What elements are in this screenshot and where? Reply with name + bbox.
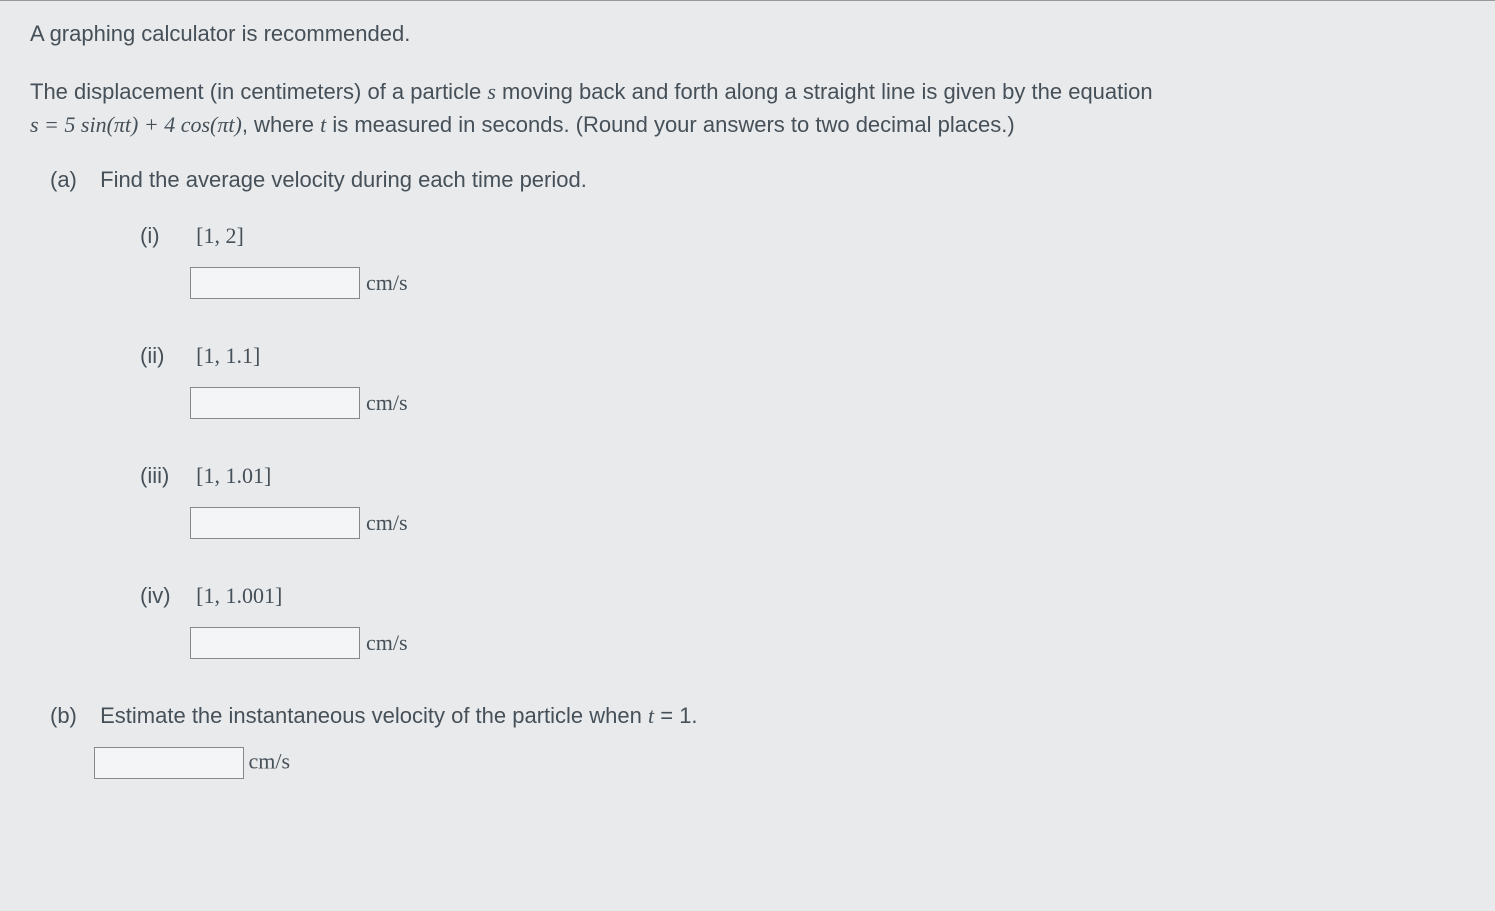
problem-text-after1: , where	[242, 112, 320, 137]
subpart-ii-unit: cm/s	[366, 390, 408, 416]
subpart-ii-interval: [1, 1.1]	[196, 343, 260, 368]
subpart-ii: (ii) [1, 1.1] cm/s	[30, 343, 1465, 419]
problem-text-after2: is measured in seconds. (Round your answ…	[326, 112, 1014, 137]
part-b-text-before: Estimate the instantaneous velocity of t…	[100, 703, 648, 728]
subpart-iv-interval: [1, 1.001]	[196, 583, 282, 608]
subpart-iv-unit: cm/s	[366, 630, 408, 656]
subpart-iii-roman: (iii)	[140, 463, 190, 489]
subpart-iii-unit: cm/s	[366, 510, 408, 536]
subpart-iv-answer-row: cm/s	[140, 627, 1465, 659]
subpart-iv-label: (iv) [1, 1.001]	[140, 583, 1465, 609]
displacement-equation: s = 5 sin(πt) + 4 cos(πt)	[30, 112, 242, 137]
subpart-i-unit: cm/s	[366, 270, 408, 296]
subpart-iv-roman: (iv)	[140, 583, 190, 609]
subpart-ii-roman: (ii)	[140, 343, 190, 369]
subpart-ii-answer-row: cm/s	[140, 387, 1465, 419]
subpart-ii-label: (ii) [1, 1.1]	[140, 343, 1465, 369]
part-a-label: (a) Find the average velocity during eac…	[30, 167, 1465, 193]
subpart-i: (i) [1, 2] cm/s	[30, 223, 1465, 299]
problem-page: A graphing calculator is recommended. Th…	[0, 0, 1495, 911]
subpart-iii-label: (iii) [1, 1.01]	[140, 463, 1465, 489]
subpart-i-roman: (i)	[140, 223, 190, 249]
part-b: (b) Estimate the instantaneous velocity …	[30, 703, 1465, 779]
subpart-i-interval: [1, 2]	[196, 223, 244, 248]
subpart-iii-input[interactable]	[190, 507, 360, 539]
subpart-iii: (iii) [1, 1.01] cm/s	[30, 463, 1465, 539]
s-variable: s	[487, 79, 496, 104]
part-b-answer-row: cm/s	[50, 747, 1465, 779]
intro-text: A graphing calculator is recommended.	[30, 21, 1465, 47]
subpart-i-label: (i) [1, 2]	[140, 223, 1465, 249]
subpart-ii-input[interactable]	[190, 387, 360, 419]
part-b-label-row: (b) Estimate the instantaneous velocity …	[50, 703, 1465, 729]
part-b-equals: = 1.	[654, 703, 697, 728]
subpart-iv: (iv) [1, 1.001] cm/s	[30, 583, 1465, 659]
problem-text-before: The displacement (in centimeters) of a p…	[30, 79, 487, 104]
part-b-input[interactable]	[94, 747, 244, 779]
part-a-text: Find the average velocity during each ti…	[100, 167, 587, 192]
subpart-iv-input[interactable]	[190, 627, 360, 659]
problem-text-mid: moving back and forth along a straight l…	[496, 79, 1153, 104]
subpart-iii-answer-row: cm/s	[140, 507, 1465, 539]
subpart-i-input[interactable]	[190, 267, 360, 299]
part-a-letter: (a)	[50, 167, 94, 193]
problem-statement: The displacement (in centimeters) of a p…	[30, 75, 1465, 141]
part-b-letter: (b)	[50, 703, 94, 729]
subpart-iii-interval: [1, 1.01]	[196, 463, 271, 488]
part-b-unit: cm/s	[248, 749, 290, 774]
subpart-i-answer-row: cm/s	[140, 267, 1465, 299]
